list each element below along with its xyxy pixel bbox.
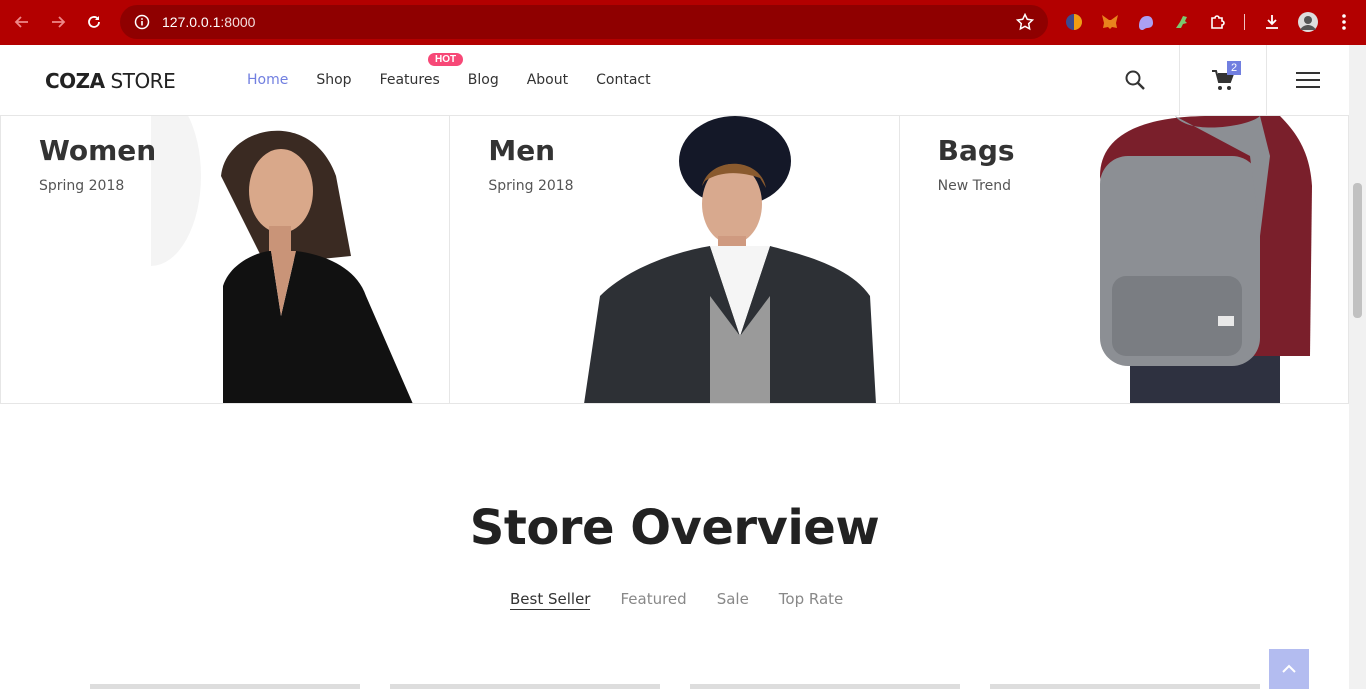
menu-item-contact[interactable]: Contact [596,72,650,88]
menu-item-about[interactable]: About [527,72,568,88]
avatar [1298,12,1318,32]
banner-subtitle: Spring 2018 [488,178,574,194]
menu-item-home[interactable]: Home [247,72,288,88]
back-to-top-button[interactable] [1269,649,1309,689]
woman-model-image [151,116,413,403]
banner-bags[interactable]: Bags New Trend [899,116,1349,404]
fox-icon [1102,15,1118,29]
search-icon [1125,70,1145,90]
site-logo[interactable]: COZA STORE [45,69,176,93]
profile-button[interactable] [1296,10,1320,34]
tab-featured[interactable]: Featured [620,590,686,610]
cart-button[interactable]: 2 [1179,45,1267,115]
circle-extension-icon [1066,14,1082,30]
url-text: 127.0.0.1:8000 [162,14,256,30]
backpack-image [1099,116,1312,403]
tab-sale[interactable]: Sale [717,590,749,610]
download-icon [1266,15,1278,29]
extension-1-button[interactable] [1062,10,1086,34]
address-bar[interactable]: 127.0.0.1:8000 [120,5,1048,39]
browser-toolbar: 127.0.0.1:8000 [0,0,1366,45]
hot-badge: HOT [428,53,464,66]
banner-men[interactable]: Men Spring 2018 [450,116,900,404]
tab-top-rate[interactable]: Top Rate [779,590,843,610]
reload-icon [88,16,100,28]
menu-item-features[interactable]: Features [380,72,440,88]
section-title: Store Overview [469,500,880,556]
extension-3-button[interactable] [1134,10,1158,34]
product-card[interactable] [390,684,660,689]
tab-best-seller[interactable]: Best Seller [510,590,591,610]
browser-menu-button[interactable] [1332,10,1356,34]
banner-subtitle: Spring 2018 [39,178,125,194]
extensions-menu-button[interactable] [1206,10,1230,34]
puzzle-icon [1211,15,1225,29]
product-card[interactable] [690,684,960,689]
info-icon [134,14,150,30]
product-card[interactable] [90,684,360,689]
arrow-right-icon [52,16,66,28]
banner-women[interactable]: Women Spring 2018 [0,116,451,404]
cart-count-badge: 2 [1227,61,1242,75]
main-menu: Home Shop Features Blog About Contact [247,72,679,88]
ghost-icon [1139,16,1153,30]
metamask-button[interactable] [1098,10,1122,34]
menu-item-shop[interactable]: Shop [316,72,351,88]
back-button[interactable] [4,4,40,40]
product-card[interactable] [990,684,1260,689]
site-header: COZA STORE Home Shop Features Blog About… [0,45,1349,116]
menu-item-blog[interactable]: Blog [468,72,499,88]
dino-icon [1176,16,1187,28]
kebab-menu-icon [1342,14,1346,30]
man-model-image [584,116,877,403]
forward-button[interactable] [40,4,76,40]
banner-subtitle: New Trend [937,178,1011,194]
page-scrollbar[interactable] [1349,45,1366,689]
star-icon [1015,12,1035,31]
scrollbar-thumb[interactable] [1353,183,1362,318]
hamburger-icon [1296,72,1320,88]
bookmark-button[interactable] [1015,12,1035,35]
reload-button[interactable] [76,4,112,40]
sidebar-menu-button[interactable] [1267,45,1349,115]
chevron-up-icon [1282,664,1296,673]
category-banners: Women Spring 2018 Men Spring 2018 Bags N… [0,116,1349,404]
banner-title: Women [39,134,157,167]
arrow-left-icon [14,16,28,28]
downloads-button[interactable] [1260,10,1284,34]
banner-title: Men [488,134,556,167]
search-button[interactable] [1091,45,1179,115]
extension-4-button[interactable] [1170,10,1194,34]
toolbar-divider [1244,14,1245,30]
banner-title: Bags [937,134,1015,167]
product-filter-tabs: Best Seller Featured Sale Top Rate [510,590,843,610]
